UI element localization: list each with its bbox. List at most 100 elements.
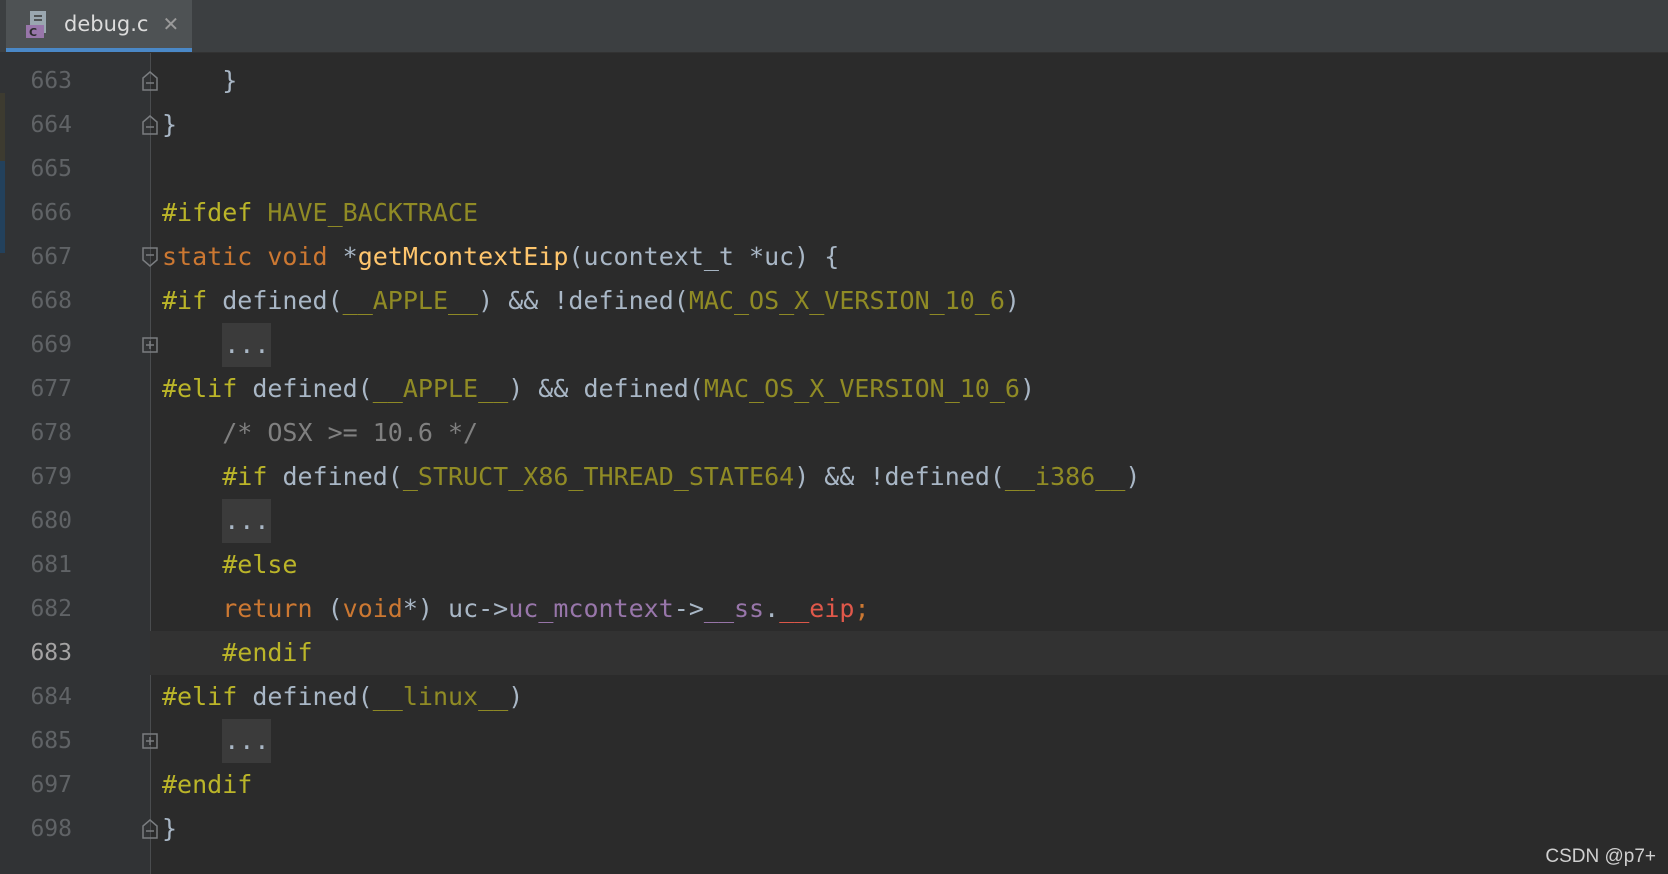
line-number[interactable]: 698 [0, 807, 72, 851]
line-number[interactable]: 663 [0, 59, 72, 103]
close-tab-icon[interactable]: ✕ [162, 12, 179, 36]
code-token: ) && !defined( [478, 286, 689, 315]
code-token: static [162, 242, 268, 271]
code-text[interactable]: #if defined(_STRUCT_X86_THREAD_STATE64) … [162, 455, 1140, 499]
code-text[interactable]: #elif defined(__APPLE__) && defined(MAC_… [162, 367, 1035, 411]
fold-collapse-icon[interactable] [141, 70, 159, 92]
line-number[interactable]: 685 [0, 719, 72, 763]
code-line[interactable]: 668 #if defined(__APPLE__) && !defined(MA… [0, 279, 1668, 323]
folded-region[interactable]: ... [222, 719, 272, 763]
line-number[interactable]: 679 [0, 455, 72, 499]
code-token: ) && !defined( [794, 462, 1005, 491]
code-token: #endif [222, 638, 313, 667]
code-text[interactable]: ... [162, 719, 272, 763]
code-line[interactable]: 669 ... [0, 323, 1668, 367]
code-text[interactable]: ... [162, 499, 272, 543]
code-token: (ucontext_t *uc) { [568, 242, 840, 271]
code-token: ) [1125, 462, 1141, 491]
line-number[interactable]: 682 [0, 587, 72, 631]
code-line[interactable]: 663 } [0, 59, 1668, 103]
code-token: defined( [252, 682, 373, 711]
editor-tab-bar: C debug.c ✕ [0, 0, 1668, 53]
code-token: ) && defined( [508, 374, 704, 403]
code-line[interactable]: 681 #else [0, 543, 1668, 587]
code-line[interactable]: 677 #elif defined(__APPLE__) && defined(M… [0, 367, 1668, 411]
line-number[interactable]: 677 [0, 367, 72, 411]
code-token: defined( [252, 374, 373, 403]
code-line[interactable]: 682 return (void*) uc->uc_mcontext->__ss… [0, 587, 1668, 631]
code-line[interactable]: 684 #elif defined(__linux__) [0, 675, 1668, 719]
code-token: void [342, 594, 403, 623]
line-number[interactable]: 667 [0, 235, 72, 279]
fold-expand-icon[interactable] [141, 730, 159, 752]
code-line[interactable]: 664} [0, 103, 1668, 147]
code-token: defined( [282, 462, 403, 491]
code-line[interactable]: 667 static void *getMcontextEip(ucontext_… [0, 235, 1668, 279]
line-number[interactable]: 668 [0, 279, 72, 323]
code-token: MAC_OS_X_VERSION_10_6 [703, 374, 1020, 403]
code-token: uc_mcontext [508, 594, 674, 623]
folded-region[interactable]: ... [222, 499, 272, 543]
code-line[interactable]: 698} [0, 807, 1668, 851]
code-token: HAVE_BACKTRACE [267, 198, 479, 227]
code-editor[interactable]: 663 } 664} 665 666 #ifdef HAVE_BACKTRACE 667 s… [0, 53, 1668, 874]
code-line[interactable]: 678 /* OSX >= 10.6 */ [0, 411, 1668, 455]
line-number[interactable]: 664 [0, 103, 72, 147]
c-file-icon: C [24, 9, 54, 39]
code-text[interactable]: return (void*) uc->uc_mcontext->__ss.__e… [162, 587, 869, 631]
code-token: return [222, 594, 328, 623]
code-text[interactable]: } [162, 807, 177, 851]
line-number[interactable]: 666 [0, 191, 72, 235]
code-text[interactable]: #endif [162, 631, 313, 675]
code-token: ) [508, 682, 524, 711]
code-line[interactable]: 697 #endif [0, 763, 1668, 807]
line-number[interactable]: 681 [0, 543, 72, 587]
code-token: #if [222, 462, 283, 491]
code-text[interactable]: #elif defined(__linux__) [162, 675, 523, 719]
line-number[interactable]: 680 [0, 499, 72, 543]
code-text[interactable]: } [162, 59, 237, 103]
fold-collapse-icon[interactable] [141, 246, 159, 268]
code-line[interactable]: 680 ... [0, 499, 1668, 543]
code-text[interactable]: #else [162, 543, 297, 587]
code-line[interactable]: 665 [0, 147, 1668, 191]
code-token: #else [222, 550, 298, 579]
svg-text:C: C [29, 26, 37, 39]
code-line[interactable]: 679 #if defined(_STRUCT_X86_THREAD_STATE… [0, 455, 1668, 499]
code-text[interactable]: /* OSX >= 10.6 */ [162, 411, 478, 455]
code-token: * [342, 242, 358, 271]
code-line-current[interactable]: 683 #endif [0, 631, 1668, 675]
line-number[interactable]: 683 [0, 631, 72, 675]
code-token: /* OSX >= 10.6 */ [162, 418, 479, 447]
fold-collapse-icon[interactable] [141, 114, 159, 136]
folded-region[interactable]: ... [222, 323, 272, 367]
line-number[interactable]: 678 [0, 411, 72, 455]
line-number[interactable]: 684 [0, 675, 72, 719]
line-number[interactable]: 669 [0, 323, 72, 367]
code-token: . [764, 594, 780, 623]
code-token: __APPLE__ [372, 374, 509, 403]
code-token: defined( [222, 286, 343, 315]
code-token: ) [1004, 286, 1020, 315]
fold-expand-icon[interactable] [141, 334, 159, 356]
fold-collapse-icon[interactable] [141, 818, 159, 840]
code-token: #elif [162, 374, 253, 403]
code-text[interactable]: } [162, 103, 177, 147]
line-number[interactable]: 697 [0, 763, 72, 807]
code-line[interactable]: 666 #ifdef HAVE_BACKTRACE [0, 191, 1668, 235]
tab-debug-c[interactable]: C debug.c ✕ [6, 0, 192, 52]
code-text[interactable]: #endif [162, 763, 252, 807]
code-token: #if [162, 286, 223, 315]
code-token: __i386__ [1004, 462, 1126, 491]
code-text[interactable]: #if defined(__APPLE__) && !defined(MAC_O… [162, 279, 1020, 323]
line-number[interactable]: 665 [0, 147, 72, 191]
code-token: #ifdef [162, 198, 268, 227]
code-text[interactable]: #ifdef HAVE_BACKTRACE [162, 191, 478, 235]
code-line[interactable]: 685 ... [0, 719, 1668, 763]
code-text[interactable]: static void *getMcontextEip(ucontext_t *… [162, 235, 839, 279]
code-token: getMcontextEip [357, 242, 569, 271]
code-text[interactable]: ... [162, 323, 272, 367]
